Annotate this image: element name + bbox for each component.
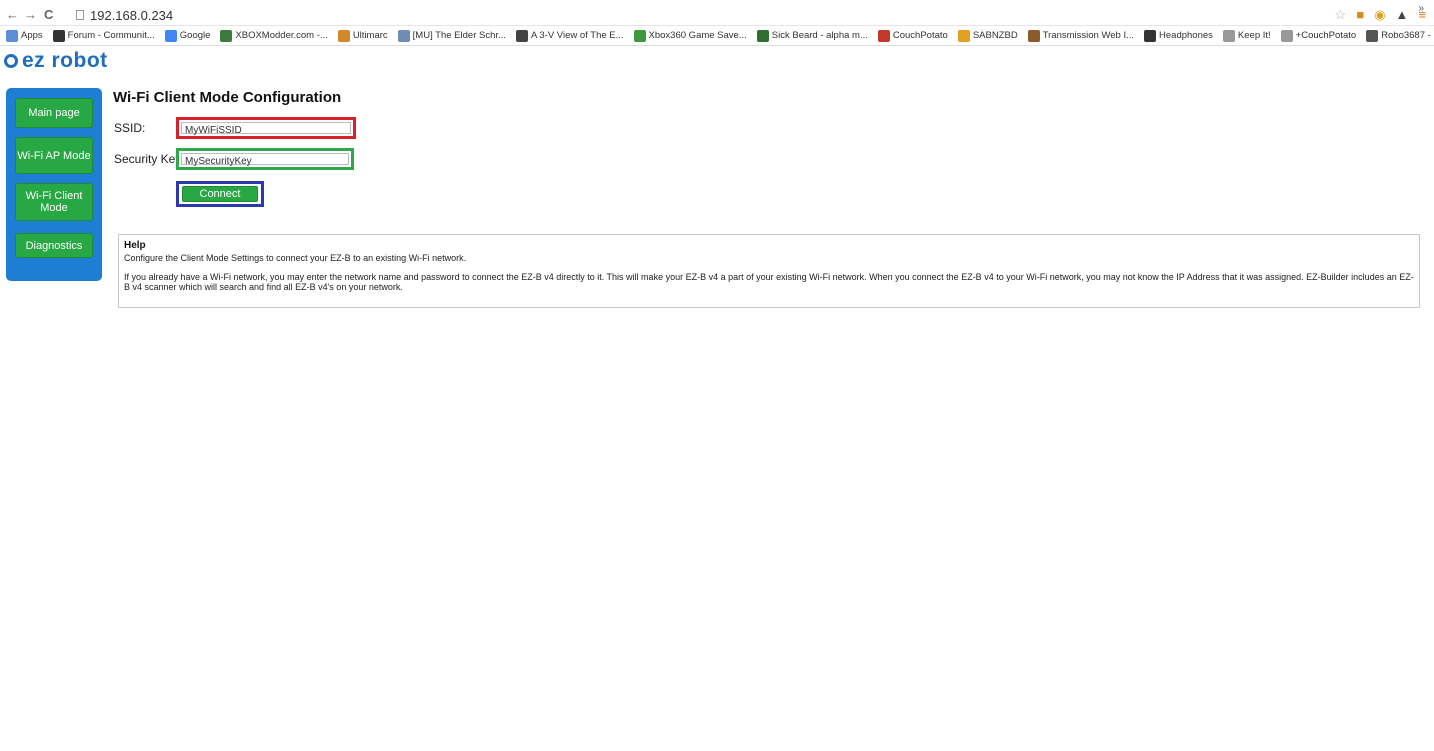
ezrobot-logo-icon [4,54,18,68]
bookmark-item[interactable]: Sick Beard - alpha m... [756,29,868,42]
bookmark-label: Xbox360 Game Save... [648,30,747,41]
page-icon [1222,29,1235,42]
x-icon [633,29,646,42]
bookmark-item[interactable]: CouchPotato [877,29,948,42]
bookmark-item[interactable]: Google [164,29,211,42]
transmission-icon [1027,29,1040,42]
reload-icon[interactable]: C [44,7,53,22]
number-7-icon [397,29,410,42]
bookmark-item[interactable]: Xbox360 Game Save... [633,29,747,42]
github-icon [515,29,528,42]
bookmark-label: Headphones [1159,30,1213,41]
page-icon [1280,29,1293,42]
bookmark-item[interactable]: A 3-V View of The E... [515,29,624,42]
url-field[interactable]: 192.168.0.234 [90,8,173,23]
sidebar: Main page Wi-Fi AP Mode Wi-Fi Client Mod… [6,88,102,281]
security-key-label: Security Key [114,152,182,166]
sabnzbd-icon [957,29,970,42]
address-bar: ← → C 192.168.0.234 ☆ ■ ◉ ▲ ≡ [0,4,1434,26]
keep-extension-icon[interactable]: ▲ [1396,7,1409,23]
help-text-intro: Configure the Client Mode Settings to co… [124,253,467,263]
bookmark-item[interactable]: SABNZBD [957,29,1018,42]
apps-grid-icon [6,29,18,42]
bookmark-label: SABNZBD [972,30,1018,41]
star-icon[interactable]: ☆ [1335,7,1347,23]
bookmark-label: [MU] The Elder Schr... [412,30,506,41]
bookmark-label: Ultimarc [352,30,388,41]
bookmark-item[interactable]: Forum - Communit... [52,29,155,42]
extension-icon[interactable]: ■ [1356,7,1364,23]
robo-icon [1366,29,1379,42]
bookmark-item[interactable]: Keep It! [1222,29,1271,42]
bookmark-label: XBOXModder.com -... [235,30,328,41]
bookmark-label: Sick Beard - alpha m... [771,30,868,41]
bookmark-item[interactable]: Transmission Web I... [1027,29,1135,42]
bookmark-label: Keep It! [1237,30,1271,41]
bookmarks-more[interactable]: » [1418,3,1424,14]
back-icon[interactable]: ← [6,7,19,22]
ssid-highlight: MyWiFiSSID [176,117,356,139]
brand-name: ez robot [22,49,108,72]
bookmark-label: CouchPotato [892,30,948,41]
sickbeard-icon [756,29,769,42]
bookmark-item[interactable]: [MU] The Elder Schr... [397,29,506,42]
sidebar-item-wifi-ap-mode[interactable]: Wi-Fi AP Mode [15,137,93,174]
sidebar-item-diagnostics[interactable]: Diagnostics [15,233,93,258]
sidebar-item-wifi-client-mode[interactable]: Wi-Fi Client Mode [15,183,93,221]
page-icon [76,10,84,20]
bookmark-label: Apps [21,30,43,41]
logo: ez robot [4,49,108,73]
forward-icon[interactable]: → [24,7,37,22]
bookmark-label: A 3-V View of The E... [530,30,624,41]
help-title: Help [124,240,146,251]
smile-icon [52,29,65,42]
bookmark-item[interactable]: Robo3687 - IRON M... [1366,29,1434,42]
couchpotato-extension-icon[interactable]: ◉ [1374,7,1385,23]
bookmarks-bar: Apps Forum - Communit... Google XBOXModder.… [0,26,1434,46]
sidebar-item-main-page[interactable]: Main page [15,98,93,128]
ultimarc-icon [337,29,350,42]
bookmark-item[interactable]: XBOXModder.com -... [220,29,328,42]
google-icon [164,29,177,42]
bookmark-item[interactable]: Apps [6,29,43,42]
help-panel: Help Configure the Client Mode Settings … [118,234,1420,308]
security-key-highlight: MySecurityKey [176,148,354,170]
bookmark-label: Forum - Communit... [67,30,155,41]
ssid-label: SSID: [114,121,146,135]
help-text-detail: If you already have a Wi-Fi network, you… [124,272,1414,292]
couchpotato-icon [877,29,890,42]
bookmark-label: Transmission Web I... [1042,30,1135,41]
bookmark-label: Robo3687 - IRON M... [1381,30,1434,41]
bookmark-label: +CouchPotato [1295,30,1357,41]
connect-highlight: Connect [176,181,264,207]
bookmark-item[interactable]: +CouchPotato [1280,29,1357,42]
bookmark-label: Google [179,30,211,41]
headphones-icon [1144,29,1157,42]
page-title: Wi-Fi Client Mode Configuration [113,89,342,106]
xbox-icon [220,29,233,42]
bookmark-item[interactable]: Headphones [1144,29,1213,42]
bookmark-item[interactable]: Ultimarc [337,29,388,42]
connect-button[interactable]: Connect [182,186,258,202]
ssid-input[interactable]: MyWiFiSSID [181,122,351,136]
security-key-input[interactable]: MySecurityKey [181,153,349,167]
